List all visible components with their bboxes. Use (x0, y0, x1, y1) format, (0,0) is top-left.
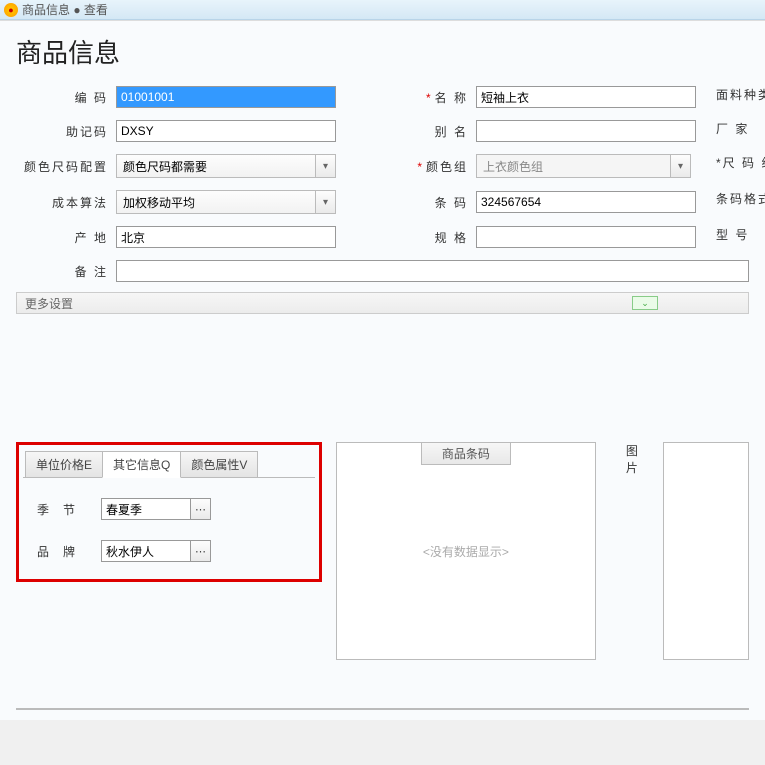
colorsize-config-label: 颜色尺码配置 (16, 158, 116, 175)
barcode-input[interactable] (476, 191, 696, 213)
size-group-label: *尺 码 组 (716, 154, 765, 178)
tab-content: 季节 ⋯ 品牌 ⋯ (23, 477, 315, 602)
spec-label: 规 格 (376, 229, 476, 246)
window-title: 商品信息 ● 查看 (22, 1, 108, 18)
fabric-label: 面料种类 (716, 86, 765, 108)
color-group-label: *颜色组 (376, 158, 476, 175)
lower-panels: 商品条码 <没有数据显示> 图片 (336, 442, 749, 660)
season-label: 季节 (31, 501, 101, 518)
color-group-dropdown: 上衣颜色组 (476, 154, 671, 178)
tab-color-attr[interactable]: 颜色属性V (180, 451, 258, 478)
tab-unit-price[interactable]: 单位价格E (25, 451, 103, 478)
code-input[interactable] (116, 86, 336, 108)
more-settings-bar[interactable]: 更多设置 ⌄ (16, 292, 749, 314)
brand-label: 品牌 (31, 543, 101, 560)
highlighted-region: 单位价格E 其它信息Q 颜色属性V 季节 ⋯ 品牌 ⋯ (16, 442, 322, 582)
barcode-panel: 商品条码 <没有数据显示> (336, 442, 596, 660)
remark-input[interactable] (116, 260, 749, 282)
app-icon: ● (4, 3, 18, 17)
season-lookup-btn[interactable]: ⋯ (191, 498, 211, 520)
brand-input[interactable] (101, 540, 191, 562)
tabs: 单位价格E 其它信息Q 颜色属性V (25, 451, 315, 478)
more-settings-label: 更多设置 (25, 295, 73, 312)
page-title: 商品信息 (16, 33, 749, 70)
name-label: *名 称 (376, 89, 476, 106)
bottom-border (16, 708, 749, 710)
image-box[interactable] (663, 442, 749, 660)
brand-lookup-btn[interactable]: ⋯ (191, 540, 211, 562)
barcode-panel-title: 商品条码 (421, 442, 511, 465)
page-body: 商品信息 编 码 *名 称 面料种类 助记码 别 名 厂 家 颜色尺码配置 颜色… (0, 20, 765, 720)
image-label: 图片 (626, 442, 649, 476)
expand-toggle[interactable]: ⌄ (632, 296, 658, 310)
barcode-empty-text: <没有数据显示> (423, 543, 509, 560)
alias-input[interactable] (476, 120, 696, 142)
origin-input[interactable] (116, 226, 336, 248)
remark-label: 备 注 (16, 263, 116, 280)
colorsize-config-dropdown-btn[interactable] (316, 154, 336, 178)
form-grid: 编 码 *名 称 面料种类 助记码 别 名 厂 家 颜色尺码配置 颜色尺码都需要 (16, 86, 749, 248)
tab-other-info[interactable]: 其它信息Q (102, 451, 181, 478)
code-label: 编 码 (16, 89, 116, 106)
factory-label: 厂 家 (716, 120, 765, 142)
name-input[interactable] (476, 86, 696, 108)
spec-input[interactable] (476, 226, 696, 248)
cost-method-label: 成本算法 (16, 194, 116, 211)
colorsize-config-dropdown[interactable]: 颜色尺码都需要 (116, 154, 316, 178)
color-group-dropdown-btn[interactable] (671, 154, 691, 178)
image-panel: 图片 (626, 442, 749, 660)
model-label: 型 号 (716, 226, 765, 248)
cost-method-dropdown-btn[interactable] (316, 190, 336, 214)
barcode-label: 条 码 (376, 194, 476, 211)
mnemonic-label: 助记码 (16, 123, 116, 140)
title-bar: ● 商品信息 ● 查看 (0, 0, 765, 20)
season-input[interactable] (101, 498, 191, 520)
mnemonic-input[interactable] (116, 120, 336, 142)
barcode-format-label: 条码格式 (716, 190, 765, 214)
origin-label: 产 地 (16, 229, 116, 246)
cost-method-dropdown[interactable]: 加权移动平均 (116, 190, 316, 214)
alias-label: 别 名 (376, 123, 476, 140)
